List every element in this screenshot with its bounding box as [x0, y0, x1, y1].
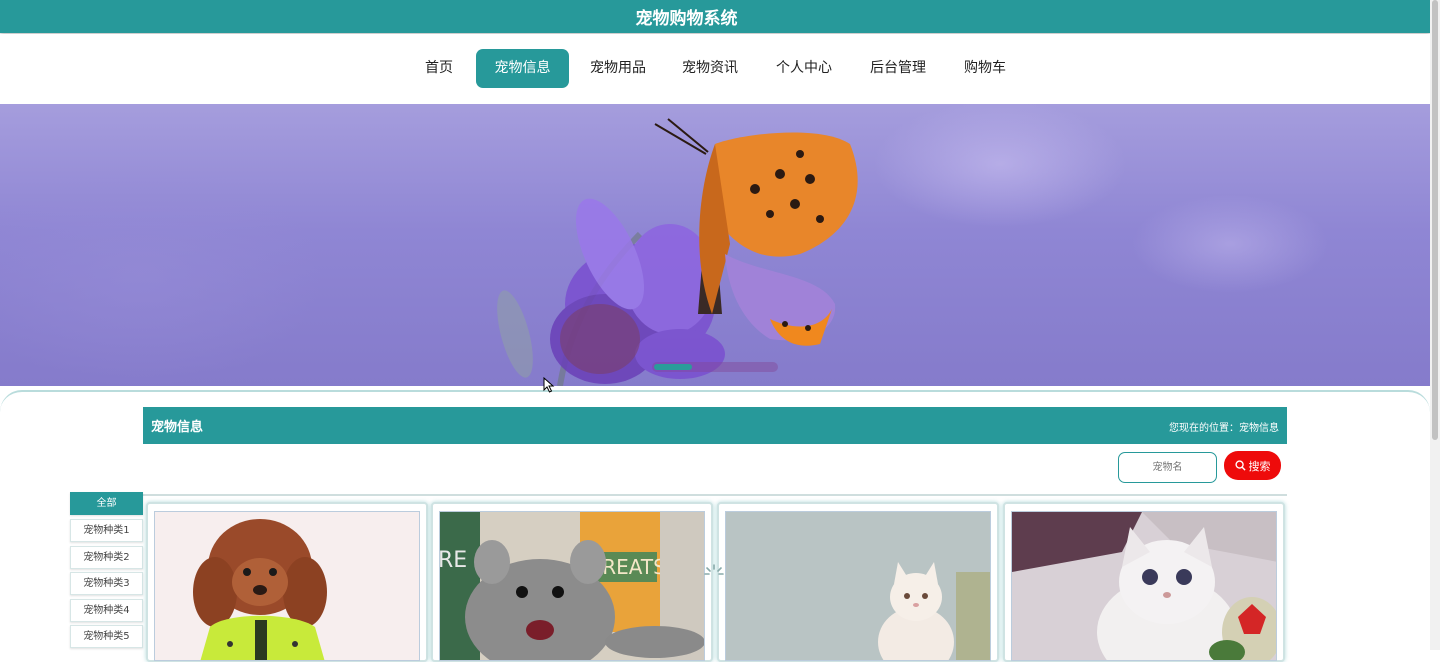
nav-home[interactable]: 首页 — [412, 49, 466, 88]
category-4[interactable]: 宠物种类4 — [70, 599, 143, 622]
carousel-banner[interactable] — [0, 104, 1430, 386]
butterfly-on-flower-image — [497, 118, 858, 386]
british-shorthair-kitten-image[interactable] — [1011, 511, 1277, 661]
section-header: 宠物信息 您现在的位置：宠物信息 — [143, 407, 1287, 444]
divider — [143, 494, 1287, 496]
breadcrumb: 您现在的位置：宠物信息 — [1169, 423, 1279, 434]
search-icon — [1234, 460, 1246, 471]
product-card[interactable] — [1003, 502, 1285, 662]
product-card[interactable] — [717, 502, 999, 662]
category-3[interactable]: 宠物种类3 — [70, 572, 143, 595]
pet-name-search-input[interactable] — [1118, 452, 1217, 483]
svg-text:RE: RE — [440, 548, 467, 573]
poodle-image[interactable] — [154, 511, 420, 661]
carousel-indicator-active[interactable] — [654, 364, 692, 370]
scrollbar-thumb[interactable] — [1432, 0, 1438, 440]
site-title: 宠物购物系统 — [635, 9, 738, 29]
product-card[interactable] — [146, 502, 428, 662]
carousel-indicator[interactable] — [652, 362, 778, 372]
category-all[interactable]: 全部 — [70, 492, 143, 515]
nav-pet-info[interactable]: 宠物信息 — [476, 49, 569, 88]
loading-spinner-icon — [704, 564, 724, 575]
category-5[interactable]: 宠物种类5 — [70, 625, 143, 648]
persian-cat-image[interactable] — [725, 511, 991, 661]
search-button[interactable]: 搜索 — [1224, 451, 1281, 480]
section-title: 宠物信息 — [151, 420, 204, 435]
nav-admin[interactable]: 后台管理 — [858, 49, 938, 88]
search-button-label: 搜索 — [1248, 460, 1271, 473]
product-card[interactable]: TREATS RE — [431, 502, 713, 662]
nav-cart[interactable]: 购物车 — [953, 49, 1017, 88]
category-2[interactable]: 宠物种类2 — [70, 546, 143, 569]
main-nav: 首页 宠物信息 宠物用品 宠物资讯 个人中心 后台管理 购物车 — [0, 34, 1430, 104]
nav-personal-center[interactable]: 个人中心 — [764, 49, 844, 88]
category-1[interactable]: 宠物种类1 — [70, 519, 143, 542]
mouse-cursor-icon — [543, 377, 555, 393]
chinchilla-image[interactable]: TREATS RE — [439, 511, 705, 661]
vertical-scrollbar[interactable] — [1430, 0, 1440, 650]
top-header-bar: 宠物购物系统 — [0, 0, 1430, 33]
nav-pet-supplies[interactable]: 宠物用品 — [578, 49, 658, 88]
nav-pet-news[interactable]: 宠物资讯 — [670, 49, 750, 88]
